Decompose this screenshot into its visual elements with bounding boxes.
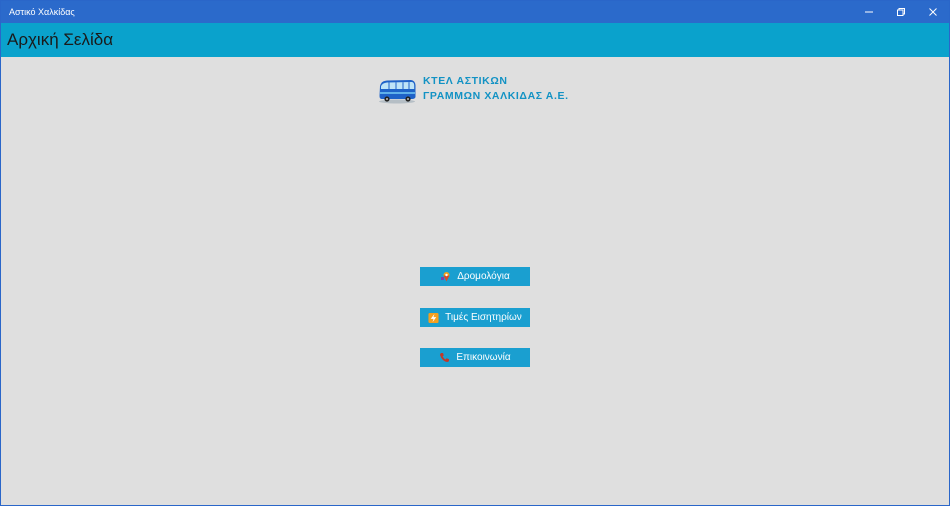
company-logo: ΚΤΕΛ ΑΣΤΙΚΩΝ ΓΡΑΜΜΩΝ ΧΑΛΚΙΔΑΣ Α.Ε. <box>377 74 569 109</box>
close-icon[interactable] <box>917 1 949 23</box>
restore-icon[interactable] <box>885 1 917 23</box>
route-pin-icon <box>440 271 451 282</box>
logo-line-2: ΓΡΑΜΜΩΝ ΧΑΛΚΙΔΑΣ Α.Ε. <box>423 90 569 102</box>
ticket-icon <box>428 312 439 323</box>
routes-button[interactable]: Δρομολόγια <box>420 267 530 286</box>
minimize-icon[interactable] <box>853 1 885 23</box>
contact-button[interactable]: Επικοινωνία <box>420 348 530 367</box>
routes-button-label: Δρομολόγια <box>457 271 510 282</box>
phone-icon <box>439 352 450 363</box>
logo-line-1: ΚΤΕΛ ΑΣΤΙΚΩΝ <box>423 75 508 87</box>
bus-icon <box>377 78 417 109</box>
ticket-prices-button[interactable]: Τιμές Εισητηρίων <box>420 308 530 327</box>
title-bar: Αστικό Χαλκίδας <box>1 1 949 23</box>
contact-button-label: Επικοινωνία <box>456 352 511 363</box>
app-window: Αστικό Χαλκίδας Αρχική Σελίδα ΚΤΕΛ ΑΣΤΙΚ… <box>0 0 950 506</box>
ticket-prices-button-label: Τιμές Εισητηρίων <box>445 312 522 323</box>
window-title: Αστικό Χαλκίδας <box>9 7 75 17</box>
page-title: Αρχική Σελίδα <box>7 30 114 49</box>
page-header: Αρχική Σελίδα <box>1 23 949 57</box>
